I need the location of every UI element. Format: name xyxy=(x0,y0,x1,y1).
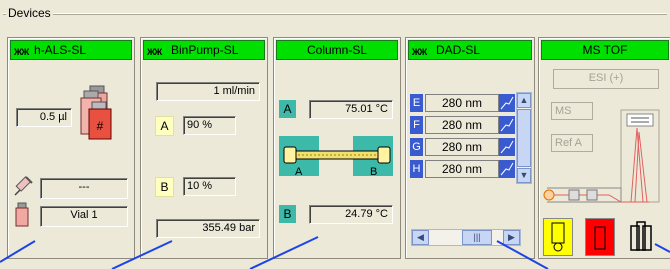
dad-header[interactable]: ЖЖ DAD-SL xyxy=(408,40,532,60)
dad-signal-row-e[interactable]: E 280 nm xyxy=(410,94,516,112)
spectrum-icon[interactable] xyxy=(499,160,515,178)
solvent-b-label: B xyxy=(155,177,174,197)
solvent-a-label: A xyxy=(155,116,174,136)
scroll-up-icon[interactable]: ▲ xyxy=(517,93,531,108)
als-status-field[interactable]: --- xyxy=(40,178,128,199)
column-a-label: A xyxy=(279,100,296,118)
flow-field[interactable]: 1 ml/min xyxy=(156,82,260,101)
ms-header[interactable]: MS TOF xyxy=(541,40,669,60)
dad-signal-row-g[interactable]: G 280 nm xyxy=(410,138,516,156)
dad-wavelength-field[interactable]: 280 nm xyxy=(425,160,499,178)
column-icon xyxy=(283,146,391,164)
devices-group-frame xyxy=(3,13,667,15)
column-b-inline-label: B xyxy=(370,166,378,178)
column-module[interactable]: Column-SL A 75.01 °C A B B 24.79 °C xyxy=(273,37,401,259)
vertical-scroll-thumb[interactable] xyxy=(517,109,531,167)
dad-signal-letter: E xyxy=(410,94,423,112)
agilent-logo-icon: ЖЖ xyxy=(147,47,162,57)
column-a-temp-field[interactable]: 75.01 °C xyxy=(309,100,393,119)
column-b-temp-field[interactable]: 24.79 °C xyxy=(309,205,393,224)
als-module[interactable]: ЖЖ h-ALS-SL 0.5 µl # --- Vial 1 xyxy=(7,37,135,259)
dad-signal-letter: H xyxy=(410,160,423,178)
dad-wavelength-field[interactable]: 280 nm xyxy=(425,94,499,112)
horizontal-scroll-thumb[interactable]: ||| xyxy=(462,230,492,245)
vial-tray-icon: # xyxy=(80,85,112,140)
dad-wavelength-field[interactable]: 280 nm xyxy=(425,116,499,134)
spectrum-icon[interactable] xyxy=(499,138,515,156)
pump-header[interactable]: ЖЖ BinPump-SL xyxy=(143,40,265,60)
solvent-b-percent-field[interactable]: 10 % xyxy=(183,177,236,196)
column-title: Column-SL xyxy=(306,43,368,57)
ms-title: MS TOF xyxy=(582,43,628,57)
als-header[interactable]: ЖЖ h-ALS-SL xyxy=(10,40,132,60)
column-header[interactable]: Column-SL xyxy=(276,40,398,60)
ion-source-field[interactable]: ESI (+) xyxy=(553,69,659,89)
scroll-down-icon[interactable]: ▼ xyxy=(517,168,531,183)
column-b-label: B xyxy=(279,205,296,223)
devices-group-title: Devices xyxy=(6,6,53,20)
als-title: h-ALS-SL xyxy=(34,43,87,57)
dad-signal-letter: F xyxy=(410,116,423,134)
ms-status-red-icon[interactable] xyxy=(585,218,615,256)
dad-signal-letter: G xyxy=(410,138,423,156)
dad-vertical-scrollbar[interactable]: ▲ ▼ xyxy=(516,92,532,184)
dad-title: DAD-SL xyxy=(436,43,481,57)
dad-signal-row-h[interactable]: H 280 nm xyxy=(410,160,516,178)
dad-signal-row-f[interactable]: F 280 nm xyxy=(410,116,516,134)
svg-text:#: # xyxy=(97,119,104,133)
dad-horizontal-scrollbar[interactable]: ◀ ||| ▶ xyxy=(411,229,521,246)
pressure-field[interactable]: 355.49 bar xyxy=(156,219,260,238)
vial-icon xyxy=(15,202,29,227)
spectrum-icon[interactable] xyxy=(499,94,515,112)
dad-wavelength-field[interactable]: 280 nm xyxy=(425,138,499,156)
pump-module[interactable]: ЖЖ BinPump-SL 1 ml/min A 90 % B 10 % 355.… xyxy=(140,37,268,259)
scroll-right-icon[interactable]: ▶ xyxy=(503,230,520,245)
agilent-logo-icon: ЖЖ xyxy=(412,47,427,57)
syringe-icon xyxy=(14,176,33,196)
pump-title: BinPump-SL xyxy=(171,43,239,57)
spectrum-icon[interactable] xyxy=(499,116,515,134)
vial-position-field[interactable]: Vial 1 xyxy=(40,206,128,227)
ms-tof-module[interactable]: MS TOF ESI (+) MS Ref A xyxy=(538,37,670,259)
column-a-inline-label: A xyxy=(295,166,303,178)
tof-schematic-icon xyxy=(543,109,660,203)
ms-status-yellow-icon[interactable] xyxy=(543,218,573,256)
solvent-a-percent-field[interactable]: 90 % xyxy=(183,116,236,135)
injection-volume-field[interactable]: 0.5 µl xyxy=(16,108,72,127)
scroll-left-icon[interactable]: ◀ xyxy=(412,230,429,245)
ms-status-trash-icon[interactable] xyxy=(627,218,655,254)
agilent-logo-icon: ЖЖ xyxy=(14,47,29,57)
